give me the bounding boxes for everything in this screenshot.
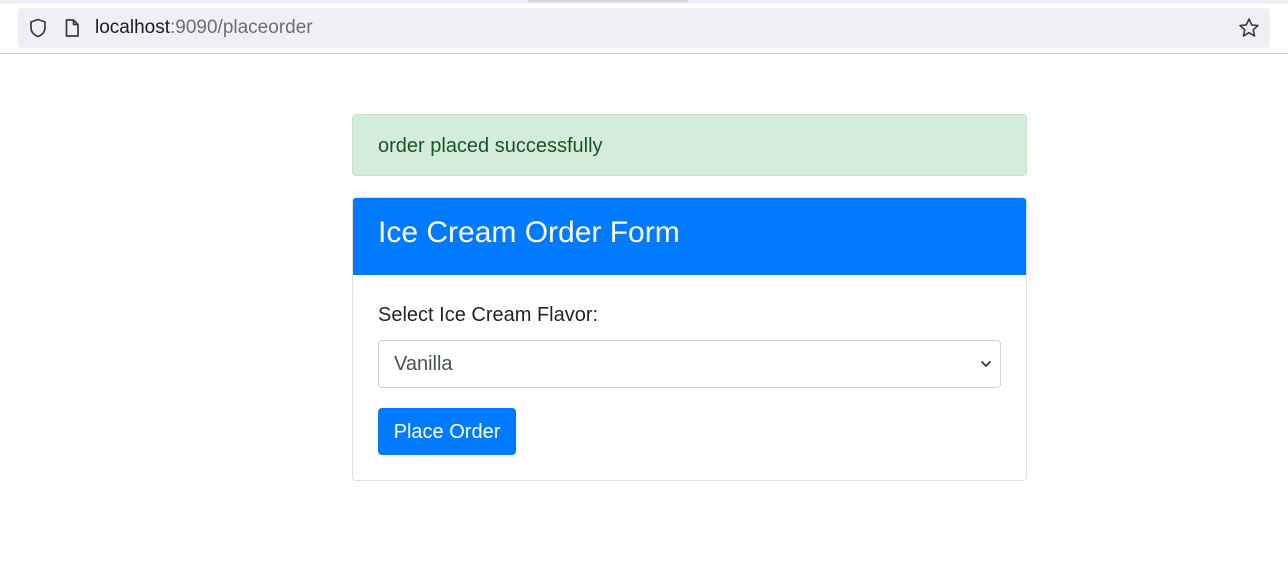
active-tab-indicator xyxy=(528,0,688,2)
order-form-card: Ice Cream Order Form Select Ice Cream Fl… xyxy=(352,197,1027,481)
url-text[interactable]: localhost:9090/placeorder xyxy=(95,17,313,39)
address-bar[interactable]: localhost:9090/placeorder xyxy=(18,8,1270,48)
flavor-selected-value: Vanilla xyxy=(394,353,453,375)
flavor-select[interactable]: Vanilla xyxy=(378,340,1001,388)
card-body: Select Ice Cream Flavor: Vanilla Place O… xyxy=(353,275,1026,480)
alert-message: order placed successfully xyxy=(378,135,603,157)
success-alert: order placed successfully xyxy=(352,114,1027,176)
card-header: Ice Cream Order Form xyxy=(353,198,1026,275)
bookmark-star-icon[interactable] xyxy=(1238,17,1260,39)
flavor-label: Select Ice Cream Flavor: xyxy=(378,304,599,326)
page-container: order placed successfully Ice Cream Orde… xyxy=(352,114,1027,481)
form-title: Ice Cream Order Form xyxy=(378,216,680,249)
shield-icon[interactable] xyxy=(28,18,48,38)
page-icon[interactable] xyxy=(62,18,82,38)
chevron-down-icon xyxy=(981,361,991,367)
browser-toolbar: localhost:9090/placeorder xyxy=(0,4,1288,54)
url-path: :9090/placeorder xyxy=(170,17,313,38)
place-order-button[interactable]: Place Order xyxy=(378,408,516,455)
url-host: localhost xyxy=(95,17,170,38)
